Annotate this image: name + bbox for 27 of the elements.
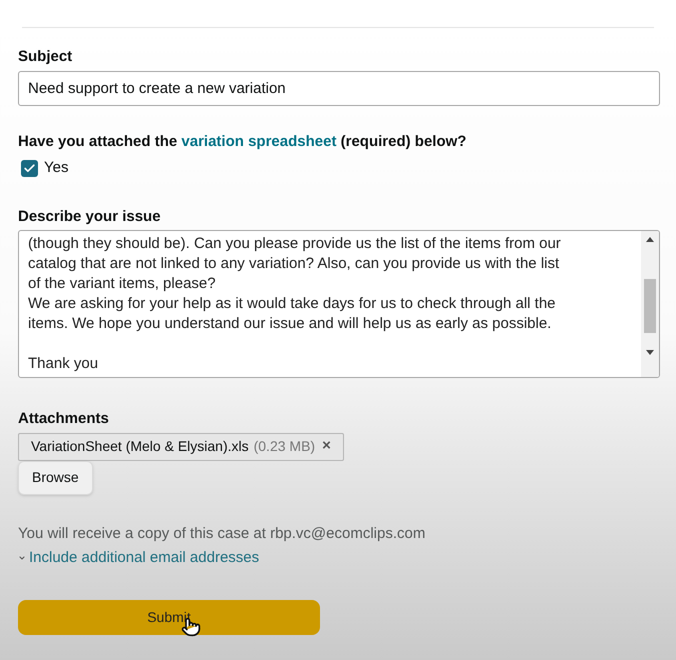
message-line: (though they should be). Can you please provide us the list of the items from our [28,234,561,254]
issue-textarea[interactable] [18,230,660,378]
remove-button[interactable]: × [322,435,331,458]
message-line: items. We hope you understand our issue and will help us as early as possible. [28,314,552,334]
attachment-question: Have you attached the variation spreadsheet (required) below? [18,132,468,152]
browse-button[interactable]: Browse [18,460,93,494]
scroll-down-icon[interactable] [646,350,654,355]
check-icon [23,162,36,175]
message-line: catalog that are not linked to any variation? Also, can you provide us with the list [28,254,560,274]
message-line: of the variant items, please? [28,274,216,294]
copy-notice: You will receive a copy of this case at rbp.vc@ecomclips.com [18,524,426,544]
message-line: Thank you [28,354,98,374]
file-size: (0.23 MB) [254,437,316,456]
yes-checkbox[interactable] [21,160,38,177]
yes-label: Yes [44,158,68,178]
subject-field[interactable]: Need support to create a new variation [18,70,660,106]
include-emails-link[interactable]: Include additional email addresses [29,547,260,570]
spreadsheet-link[interactable]: variation spreadsheet [181,132,336,150]
scrollbar-thumb[interactable] [644,279,656,333]
issue-label: Describe your issue [18,206,162,226]
scroll-up-icon[interactable] [646,237,654,242]
message-line: We are asking for your help as it would take days for us to check through all the [28,294,556,314]
subject-label: Subject [18,47,74,67]
submit-button[interactable]: Submit [18,600,320,634]
file-name: VariationSheet (Melo & Elysian).xls [31,437,249,456]
scrollbar[interactable] [641,231,659,377]
attachments-label: Attachments [18,409,110,429]
